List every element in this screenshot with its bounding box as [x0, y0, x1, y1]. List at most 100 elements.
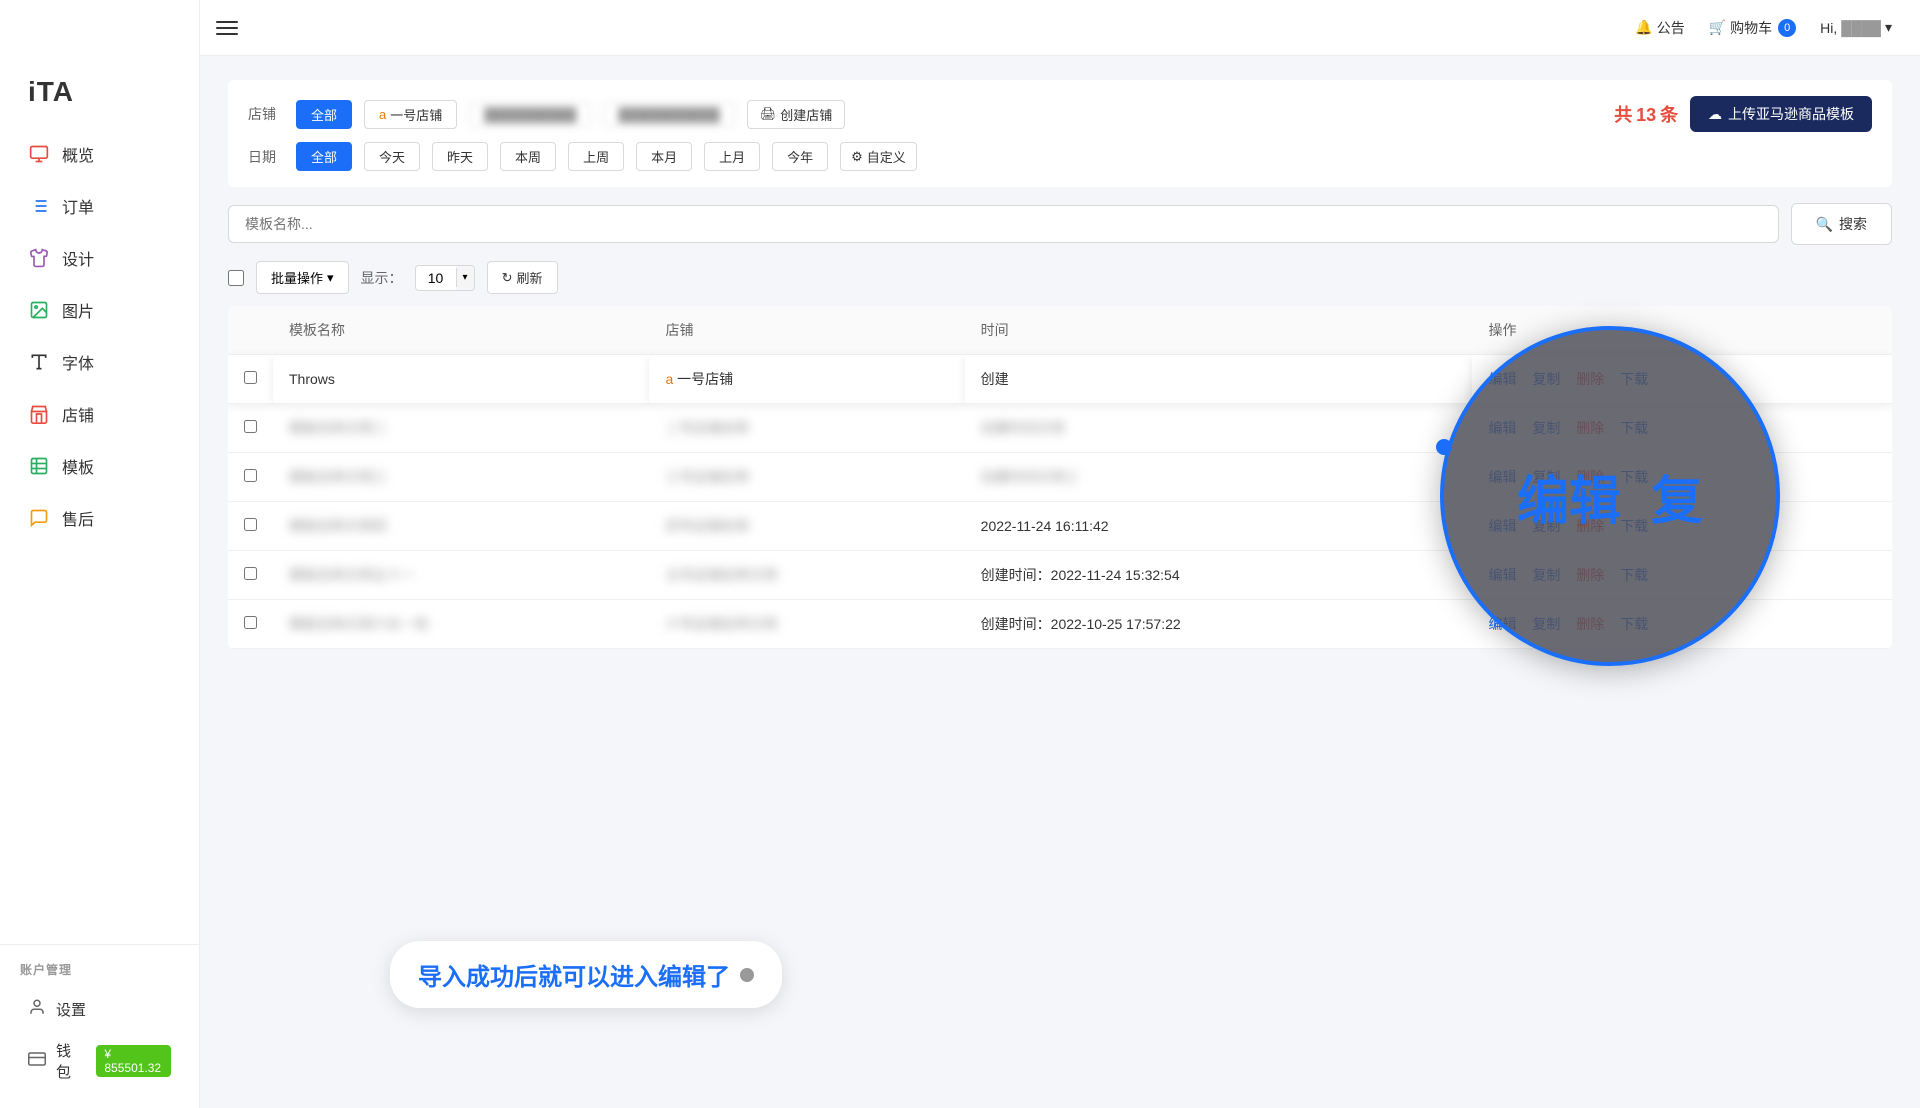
magnifier-content: 编辑 复 [1517, 459, 1703, 534]
sidebar-item-settings[interactable]: 设置 [20, 988, 179, 1030]
row-checkbox[interactable] [244, 420, 257, 433]
cloud-icon: ☁ [1708, 106, 1722, 123]
date-thismonth-btn[interactable]: 本月 [636, 142, 692, 171]
select-all-checkbox[interactable] [228, 270, 244, 286]
store1-btn[interactable]: a 一号店铺 [364, 100, 457, 129]
col-header-name: 模板名称 [273, 306, 649, 355]
cart-count: 0 [1778, 19, 1796, 37]
store2-btn[interactable]: ██████████ [469, 102, 591, 127]
monitor-icon [28, 143, 50, 165]
row-checkbox[interactable] [244, 371, 257, 384]
sidebar-item-overview[interactable]: 概览 [0, 128, 199, 180]
template-time: 2022-11-24 16:11:42 [965, 502, 1473, 551]
sidebar-bottom: 账户管理 设置 钱包 ¥ 855501.32 [0, 944, 199, 1108]
row-checkbox[interactable] [244, 616, 257, 629]
date-custom-btn[interactable]: ⚙ 自定义 [840, 142, 917, 171]
upload-template-btn[interactable]: ☁ 上传亚马逊商品模板 [1690, 96, 1872, 132]
account-label: 账户管理 [20, 961, 179, 978]
sidebar-nav: 概览 订单 设计 图片 字体 [0, 128, 199, 944]
filter-bar: 店铺 全部 a 一号店铺 ██████████ ███████████ 🖨 创建… [228, 80, 1892, 187]
sidebar-item-orders[interactable]: 订单 [0, 180, 199, 232]
sidebar-label-overview: 概览 [62, 142, 94, 166]
date-filter-label: 日期 [248, 147, 284, 167]
template-name: 模板名称示例五十一 [273, 551, 649, 600]
search-row: 🔍 搜索 [228, 203, 1892, 245]
table-icon [28, 455, 50, 477]
sidebar-label-store: 店铺 [62, 402, 94, 426]
cart-label: 购物车 [1730, 18, 1772, 38]
template-time: 创建 [965, 355, 1473, 404]
row-checkbox[interactable] [244, 567, 257, 580]
upload-btn-label: 上传亚马逊商品模板 [1728, 104, 1854, 124]
store-filter-row: 店铺 全部 a 一号店铺 ██████████ ███████████ 🖨 创建… [248, 96, 1872, 132]
date-all-btn[interactable]: 全部 [296, 142, 352, 171]
template-time: 创建时间示例 [965, 404, 1473, 453]
create-store-btn[interactable]: 🖨 创建店铺 [747, 100, 846, 129]
username: ████ [1841, 20, 1881, 36]
sidebar-item-design[interactable]: 设计 [0, 232, 199, 284]
cart-btn[interactable]: 🛒 购物车 0 [1709, 18, 1796, 38]
sidebar-item-wallet[interactable]: 钱包 ¥ 855501.32 [20, 1030, 179, 1092]
topbar: 🔔 公告 🛒 购物车 0 Hi, ████ ▾ [200, 0, 1920, 56]
notice-label: 公告 [1657, 18, 1685, 38]
date-yesterday-btn[interactable]: 昨天 [432, 142, 488, 171]
image-icon [28, 299, 50, 321]
col-header-time: 时间 [965, 306, 1473, 355]
date-lastweek-btn[interactable]: 上周 [568, 142, 624, 171]
user-icon [28, 998, 46, 1020]
store-all-btn[interactable]: 全部 [296, 100, 352, 129]
user-dropdown[interactable]: Hi, ████ ▾ [1820, 19, 1892, 36]
store-icon [28, 403, 50, 425]
main: 🔔 公告 🛒 购物车 0 Hi, ████ ▾ 店铺 全部 a [200, 0, 1920, 1108]
date-thisweek-btn[interactable]: 本周 [500, 142, 556, 171]
template-store: 四号店铺名称 [649, 502, 964, 551]
col-header-store: 店铺 [649, 306, 964, 355]
sidebar-item-aftersale[interactable]: 售后 [0, 492, 199, 544]
batch-operations-btn[interactable]: 批量操作 ▾ [256, 261, 349, 294]
shirt-icon [28, 247, 50, 269]
template-store: 六号店铺名称示例 [649, 600, 964, 649]
template-time: 创建时间：2022-10-25 17:57:22 [965, 600, 1473, 649]
total-suffix: 条 [1660, 105, 1678, 125]
row-checkbox[interactable] [244, 518, 257, 531]
search-input[interactable] [228, 205, 1779, 243]
printer-icon: 🖨 [760, 106, 777, 122]
magnifier-overlay: 编辑 复 [1440, 326, 1780, 666]
sidebar-item-images[interactable]: 图片 [0, 284, 199, 336]
create-store-label: 创建店铺 [780, 105, 832, 124]
date-lastmonth-btn[interactable]: 上月 [704, 142, 760, 171]
chevron-down-icon: ▾ [327, 270, 334, 286]
template-name: 模板名称示例四 [273, 502, 649, 551]
date-today-btn[interactable]: 今天 [364, 142, 420, 171]
total-prefix: 共 [1614, 105, 1632, 125]
template-name: Throws [273, 355, 649, 404]
tooltip-text: 导入成功后就可以进入编辑了 [418, 957, 730, 992]
hamburger-menu[interactable] [216, 21, 238, 35]
gear-icon: ⚙ [851, 149, 863, 165]
row-checkbox[interactable] [244, 469, 257, 482]
topbar-right: 🔔 公告 🛒 购物车 0 Hi, ████ ▾ [1635, 18, 1892, 38]
list-icon [28, 195, 50, 217]
refresh-btn[interactable]: ↻ 刷新 [487, 261, 558, 294]
store3-btn[interactable]: ███████████ [603, 102, 734, 127]
refresh-icon: ↻ [502, 270, 513, 286]
store-filter-label: 店铺 [248, 104, 284, 124]
sidebar-label-design: 设计 [62, 246, 94, 270]
amazon-icon: a [379, 107, 386, 122]
connector-dot [1436, 439, 1452, 455]
sidebar-item-store[interactable]: 店铺 [0, 388, 199, 440]
content-area: 店铺 全部 a 一号店铺 ██████████ ███████████ 🖨 创建… [200, 56, 1920, 1108]
sidebar-item-fonts[interactable]: 字体 [0, 336, 199, 388]
sidebar-item-templates[interactable]: 模板 [0, 440, 199, 492]
date-thisyear-btn[interactable]: 今年 [772, 142, 828, 171]
search-button[interactable]: 🔍 搜索 [1791, 203, 1892, 245]
display-count-arrow[interactable]: ▾ [456, 268, 474, 287]
cart-icon: 🛒 [1709, 19, 1726, 36]
display-label: 显示： [361, 268, 403, 288]
notice-btn[interactable]: 🔔 公告 [1635, 18, 1684, 38]
display-count-input[interactable] [416, 266, 456, 290]
chevron-down-icon: ▾ [1885, 19, 1892, 36]
sidebar-logo: iTA [0, 60, 199, 128]
total-number: 13 [1636, 105, 1656, 125]
template-name: 模板名称示例三 [273, 453, 649, 502]
